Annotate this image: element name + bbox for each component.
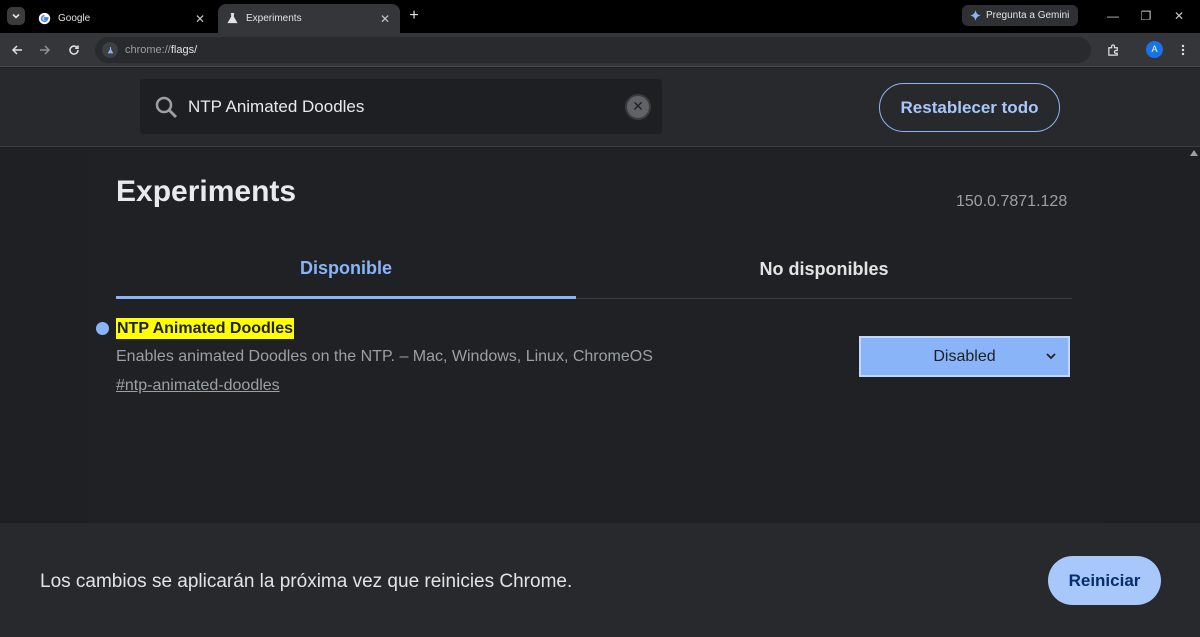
close-icon[interactable]: ✕ <box>378 12 392 26</box>
flag-status-dot <box>96 322 109 335</box>
tab-strip: Google ✕ Experiments ✕ + Pregunta a Gemi… <box>0 0 1200 33</box>
profile-avatar[interactable]: A <box>1146 41 1163 58</box>
back-icon[interactable] <box>7 40 27 60</box>
toolbar: chrome://flags/ A <box>0 33 1200 67</box>
clear-search-icon[interactable]: ✕ <box>625 93 651 120</box>
flag-state-value: Disabled <box>933 347 996 365</box>
tab-available[interactable]: Disponible <box>116 240 576 299</box>
tab-experiments[interactable]: Experiments ✕ <box>218 4 400 33</box>
search-icon <box>155 96 177 118</box>
chevron-down-icon <box>1046 353 1056 360</box>
chevron-down-icon <box>12 13 20 19</box>
restart-button[interactable]: Reiniciar <box>1048 556 1161 605</box>
google-icon <box>38 12 51 25</box>
flag-permalink[interactable]: #ntp-animated-doodles <box>116 377 280 395</box>
tab-unavailable[interactable]: No disponibles <box>594 240 1054 299</box>
restart-bar: Los cambios se aplicarán la próxima vez … <box>0 523 1200 637</box>
gemini-sparkle-icon <box>970 10 981 21</box>
tab-google[interactable]: Google ✕ <box>30 4 215 33</box>
address-bar[interactable]: chrome://flags/ <box>95 37 1091 63</box>
close-icon[interactable]: ✕ <box>193 12 207 26</box>
extensions-icon[interactable] <box>1103 40 1123 60</box>
search-input[interactable] <box>188 96 625 117</box>
minimize-icon[interactable]: — <box>1103 6 1123 26</box>
page-title: Experiments <box>116 175 297 208</box>
flag-description: Enables animated Doodles on the NTP. – M… <box>116 348 653 365</box>
flask-icon[interactable] <box>102 42 118 58</box>
tab-title: Google <box>58 13 91 24</box>
tab-title: Experiments <box>246 13 302 24</box>
flags-header: ✕ Restablecer todo <box>0 68 1200 147</box>
search-box: ✕ <box>140 79 662 134</box>
experiments-tabs: Disponible No disponibles <box>116 240 1072 299</box>
version-number: 150.0.7871.128 <box>956 193 1068 210</box>
scroll-up-arrow-icon[interactable] <box>1190 150 1198 156</box>
flask-icon <box>227 13 238 24</box>
forward-icon[interactable] <box>35 40 55 60</box>
new-tab-button[interactable]: + <box>405 7 423 25</box>
flag-state-select[interactable]: Disabled <box>859 336 1070 377</box>
restart-message: Los cambios se aplicarán la próxima vez … <box>40 571 573 592</box>
kebab-menu-icon[interactable] <box>1173 40 1193 60</box>
reload-icon[interactable] <box>64 40 84 60</box>
scrollbar[interactable] <box>1188 148 1200 523</box>
gemini-button[interactable]: Pregunta a Gemini <box>962 5 1078 26</box>
gemini-label: Pregunta a Gemini <box>986 10 1070 21</box>
close-window-icon[interactable]: ✕ <box>1169 6 1189 26</box>
restore-icon[interactable]: ❐ <box>1136 6 1156 26</box>
url-text: chrome://flags/ <box>125 44 198 56</box>
reset-all-button[interactable]: Restablecer todo <box>879 83 1060 132</box>
flag-name: NTP Animated Doodles <box>116 318 295 339</box>
tab-search-button[interactable] <box>7 7 25 25</box>
